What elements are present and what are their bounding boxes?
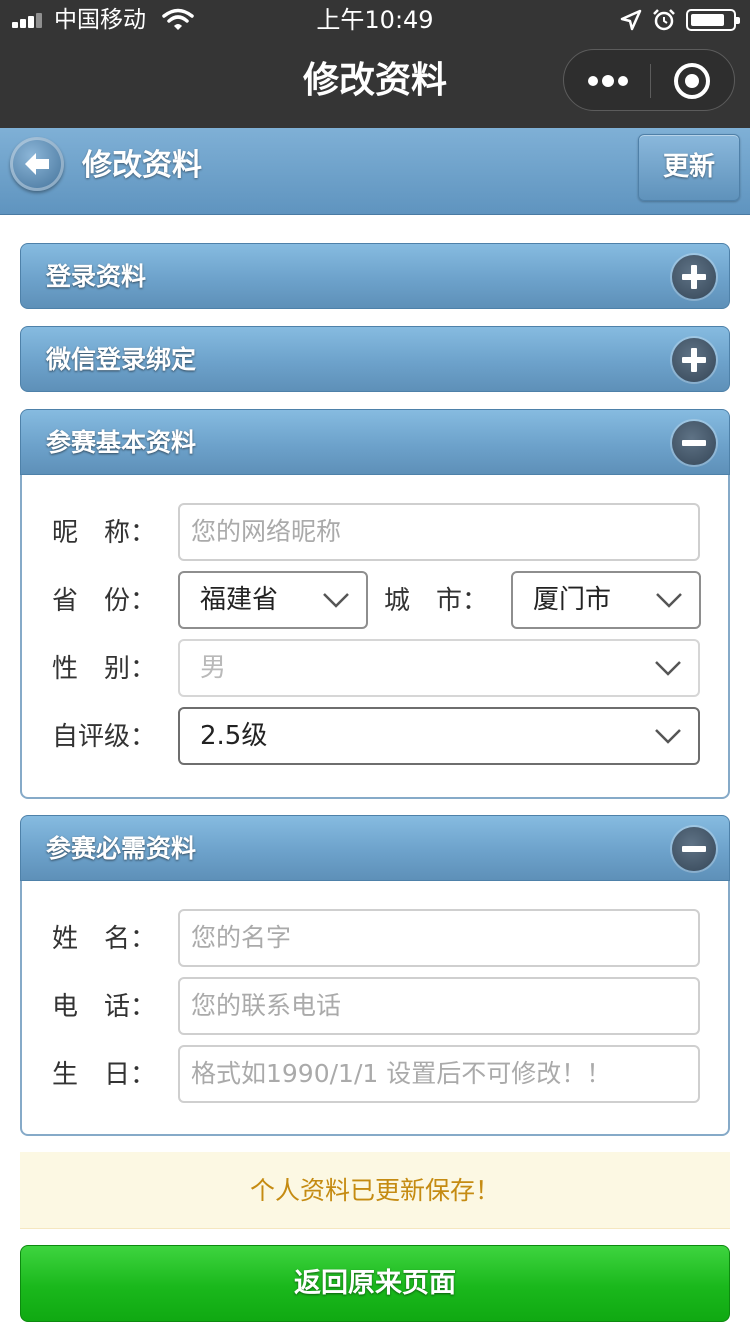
- battery-icon: [686, 9, 740, 31]
- name-row: 姓 名：: [22, 909, 728, 969]
- expand-plus-icon[interactable]: [672, 255, 716, 299]
- chevron-down-icon: [655, 661, 681, 676]
- section-basic-body: 昵 称： 省 份： 福建省 城 市： 厦门市 性 别： 男 自评级：: [20, 475, 730, 799]
- phone-input[interactable]: [178, 977, 700, 1035]
- alarm-icon: [653, 9, 675, 31]
- section-basic-header[interactable]: 参赛基本资料: [20, 409, 730, 475]
- status-bar: 中国移动 上午10:49: [0, 0, 750, 40]
- birthday-label: 生 日：: [52, 1060, 157, 1090]
- section-login: 登录资料: [20, 243, 730, 309]
- capsule-menu: [563, 49, 735, 111]
- name-input[interactable]: [178, 909, 700, 967]
- capsule-divider: [650, 64, 651, 98]
- region-row: 省 份： 福建省 城 市： 厦门市: [22, 571, 728, 631]
- section-required: 参赛必需资料 姓 名： 电 话： 生 日：: [20, 815, 730, 1136]
- phone-row: 电 话：: [22, 977, 728, 1037]
- section-required-body: 姓 名： 电 话： 生 日：: [20, 881, 730, 1136]
- section-wechat-header[interactable]: 微信登录绑定: [20, 326, 730, 392]
- section-login-header[interactable]: 登录资料: [20, 243, 730, 309]
- nickname-row: 昵 称：: [22, 503, 728, 563]
- close-miniprogram-icon[interactable]: [674, 63, 710, 99]
- chevron-down-icon: [323, 593, 349, 608]
- gender-row: 性 别： 男: [22, 639, 728, 699]
- chevron-down-icon: [656, 593, 682, 608]
- name-label: 姓 名：: [52, 924, 157, 954]
- phone-label: 电 话：: [52, 992, 157, 1022]
- arrow-left-icon: [25, 153, 49, 175]
- location-icon: [620, 9, 642, 31]
- section-required-header[interactable]: 参赛必需资料: [20, 815, 730, 881]
- city-select[interactable]: 厦门市: [511, 571, 701, 629]
- section-basic: 参赛基本资料 昵 称： 省 份： 福建省 城 市： 厦门市 性 别： 男: [20, 409, 730, 799]
- level-select[interactable]: 2.5级: [178, 707, 700, 765]
- section-title: 登录资料: [46, 262, 147, 291]
- collapse-minus-icon[interactable]: [672, 827, 716, 871]
- more-icon[interactable]: [586, 70, 630, 92]
- nickname-label: 昵 称：: [52, 518, 157, 548]
- level-row: 自评级： 2.5级: [22, 707, 728, 767]
- level-value: 2.5级: [200, 721, 268, 751]
- section-title: 参赛必需资料: [46, 834, 197, 863]
- gender-select[interactable]: 男: [178, 639, 700, 697]
- page-header: 修改资料 更新: [0, 128, 750, 215]
- birthday-row: 生 日：: [22, 1045, 728, 1105]
- section-wechat: 微信登录绑定: [20, 326, 730, 392]
- success-alert: 个人资料已更新保存！: [20, 1152, 730, 1229]
- city-value: 厦门市: [533, 585, 612, 615]
- province-value: 福建省: [200, 585, 279, 615]
- nickname-input[interactable]: [178, 503, 700, 561]
- page-title: 修改资料: [82, 148, 202, 183]
- section-title: 参赛基本资料: [46, 428, 197, 457]
- expand-plus-icon[interactable]: [672, 338, 716, 382]
- collapse-minus-icon[interactable]: [672, 421, 716, 465]
- city-label: 城 市：: [384, 586, 489, 616]
- province-select[interactable]: 福建省: [178, 571, 368, 629]
- chevron-down-icon: [655, 729, 681, 744]
- return-button[interactable]: 返回原来页面: [20, 1245, 730, 1322]
- section-title: 微信登录绑定: [46, 345, 197, 374]
- level-label: 自评级：: [52, 722, 157, 752]
- update-button[interactable]: 更新: [638, 134, 740, 201]
- gender-label: 性 别：: [52, 654, 157, 684]
- nav-bar: 修改资料: [0, 40, 750, 128]
- birthday-input[interactable]: [178, 1045, 700, 1103]
- back-button[interactable]: [10, 137, 64, 191]
- gender-value: 男: [200, 653, 227, 683]
- province-label: 省 份：: [52, 586, 157, 616]
